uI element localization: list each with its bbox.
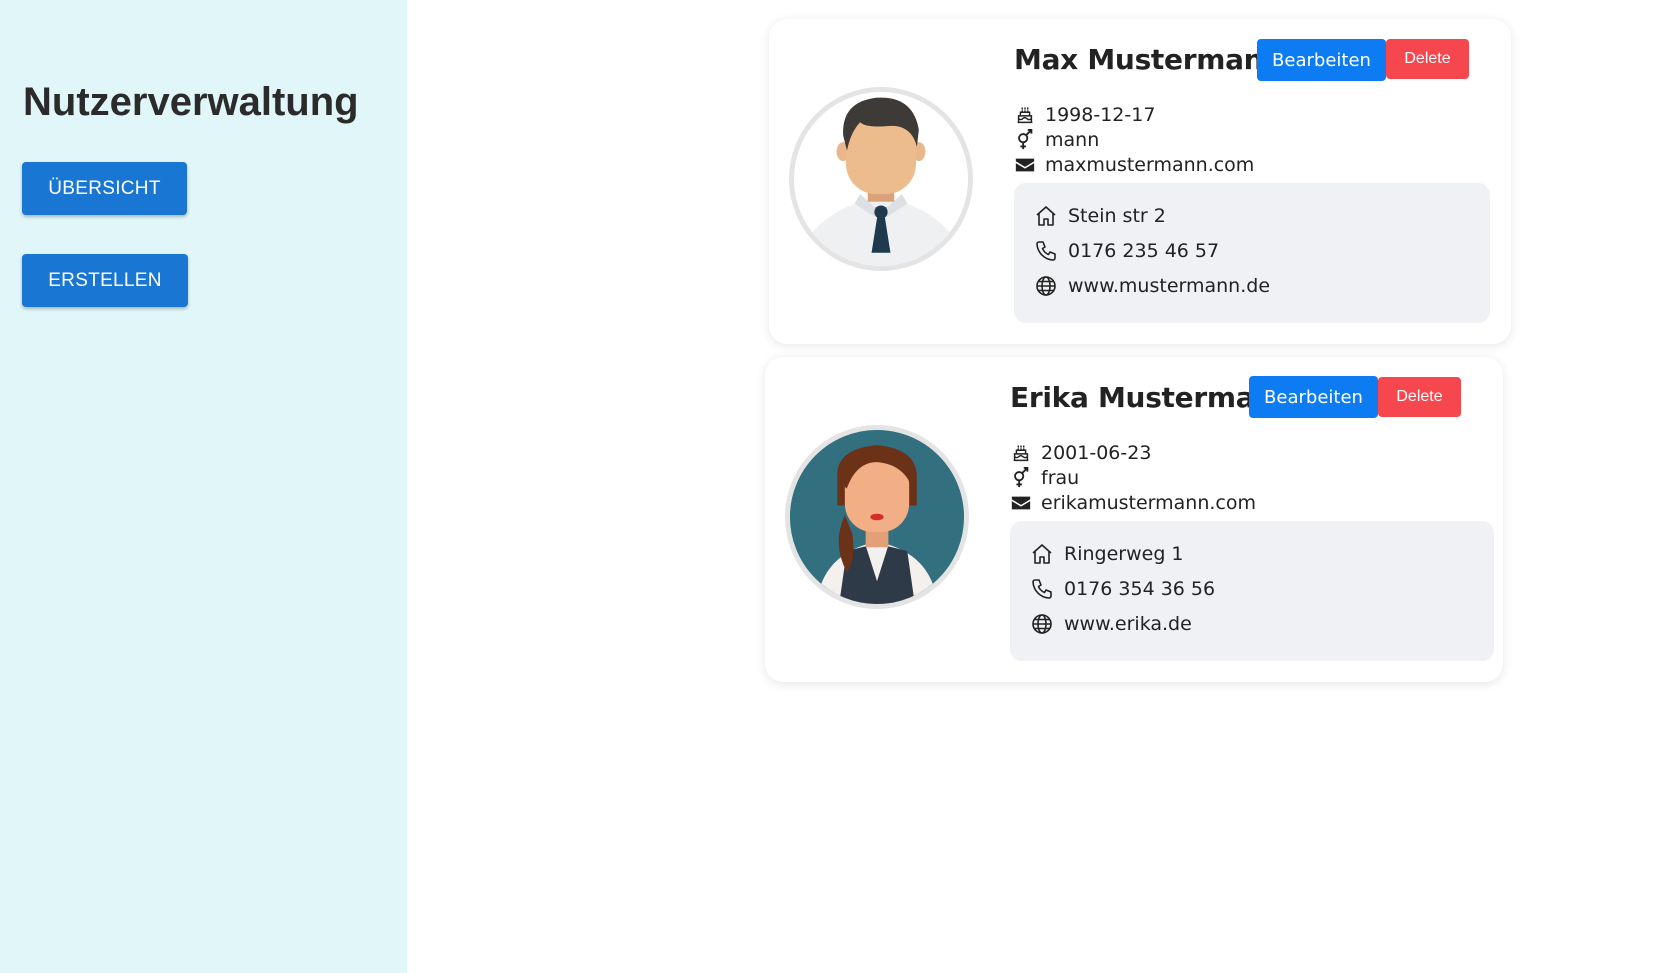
phone-text: 0176 235 46 57 <box>1068 240 1220 262</box>
female-avatar-illustration <box>790 430 964 604</box>
globe-icon <box>1034 274 1058 298</box>
user-name: Max Mustermann <box>1014 43 1283 76</box>
birthdate-text: 1998-12-17 <box>1045 104 1156 126</box>
create-button[interactable]: ERSTELLEN <box>22 254 188 307</box>
email-text: erikamustermann.com <box>1041 492 1257 514</box>
website-row: www.erika.de <box>1030 611 1192 637</box>
delete-button[interactable]: Delete <box>1386 39 1469 79</box>
gender-icon <box>1014 129 1036 151</box>
birthday-cake-icon <box>1010 442 1032 464</box>
website-text: www.erika.de <box>1064 613 1192 635</box>
male-avatar <box>789 87 973 271</box>
website-row: www.mustermann.de <box>1034 273 1270 299</box>
phone-icon <box>1034 239 1058 263</box>
phone-icon <box>1030 577 1054 601</box>
phone-text: 0176 354 36 56 <box>1064 578 1216 600</box>
house-icon <box>1034 204 1058 228</box>
sidebar: Nutzerverwaltung ÜBERSICHT ERSTELLEN <box>0 0 407 973</box>
email-row: erikamustermann.com <box>1010 491 1256 515</box>
address-text: Stein str 2 <box>1068 205 1166 227</box>
user-card: Erika Mustermann Bearbeiten Delete 2001-… <box>765 357 1503 682</box>
phone-row: 0176 354 36 56 <box>1030 576 1215 602</box>
address-text: Ringerweg 1 <box>1064 543 1184 565</box>
address-row: Stein str 2 <box>1034 203 1166 229</box>
delete-button[interactable]: Delete <box>1378 377 1461 417</box>
gender-row: frau <box>1010 466 1079 490</box>
gender-text: mann <box>1045 129 1100 151</box>
email-text: maxmustermann.com <box>1045 154 1255 176</box>
gender-row: mann <box>1014 128 1099 152</box>
app-title: Nutzerverwaltung <box>23 80 359 124</box>
birthdate-row: 1998-12-17 <box>1014 103 1155 127</box>
gender-text: frau <box>1041 467 1080 489</box>
user-card: Max Mustermann Bearbeiten Delete 1998-12… <box>769 19 1511 344</box>
globe-icon <box>1030 612 1054 636</box>
contact-box: Stein str 2 0176 235 46 57 www.musterman… <box>1014 183 1490 323</box>
gender-icon <box>1010 467 1032 489</box>
edit-button[interactable]: Bearbeiten <box>1249 376 1378 418</box>
email-row: maxmustermann.com <box>1014 153 1254 177</box>
address-row: Ringerweg 1 <box>1030 541 1184 567</box>
contact-box: Ringerweg 1 0176 354 36 56 www.erika.de <box>1010 521 1494 661</box>
house-icon <box>1030 542 1054 566</box>
overview-button[interactable]: ÜBERSICHT <box>22 162 187 215</box>
envelope-icon <box>1014 154 1036 176</box>
female-avatar <box>785 425 969 609</box>
birthdate-text: 2001-06-23 <box>1041 442 1152 464</box>
male-avatar-illustration <box>794 92 968 266</box>
edit-button[interactable]: Bearbeiten <box>1257 39 1386 81</box>
phone-row: 0176 235 46 57 <box>1034 238 1219 264</box>
envelope-icon <box>1010 492 1032 514</box>
birthday-cake-icon <box>1014 104 1036 126</box>
website-text: www.mustermann.de <box>1068 275 1271 297</box>
birthdate-row: 2001-06-23 <box>1010 441 1151 465</box>
